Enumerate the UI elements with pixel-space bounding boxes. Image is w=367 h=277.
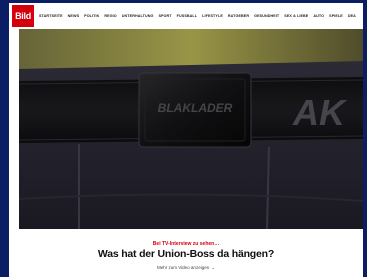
article-kicker[interactable]: Bei TV-Interview zu sehen… (9, 241, 363, 247)
nav-item-auto[interactable]: Auto (313, 12, 324, 20)
site-header: Bild Startseite News Politik Regio Unter… (9, 3, 363, 29)
nav-item-spiele[interactable]: Spiele (329, 12, 343, 20)
more-video-label: Mehr zum Video anzeigen (157, 265, 210, 270)
nav-item-more[interactable]: Dea (348, 12, 356, 20)
bild-logo[interactable]: Bild (12, 5, 34, 27)
article-headline[interactable]: Was hat der Union-Boss da hängen? (9, 248, 363, 260)
nav-item-ratgeber[interactable]: Ratgeber (228, 12, 249, 20)
chevron-down-icon: ⌄ (211, 265, 215, 270)
nav-item-gesundheit[interactable]: Gesundheit (254, 12, 279, 20)
nav-item-fussball[interactable]: Fussball (177, 12, 197, 20)
nav-item-lifestyle[interactable]: Lifestyle (202, 12, 223, 20)
nav-item-politik[interactable]: Politik (84, 12, 99, 20)
hero-video-image[interactable]: BLAKLADER AK (19, 29, 363, 229)
nav-item-regio[interactable]: Regio (104, 12, 116, 20)
main-nav: Startseite News Politik Regio Unterhaltu… (39, 12, 356, 20)
nav-item-unterhaltung[interactable]: Unterhaltung (122, 12, 154, 20)
nav-item-sex-liebe[interactable]: Sex & Liebe (284, 12, 308, 20)
nav-item-sport[interactable]: Sport (158, 12, 171, 20)
more-video-link[interactable]: Mehr zum Video anzeigen ⌄ (9, 265, 363, 271)
nav-item-news[interactable]: News (68, 12, 79, 20)
page-frame: Bild Startseite News Politik Regio Unter… (9, 3, 363, 277)
nav-item-startseite[interactable]: Startseite (39, 12, 63, 20)
